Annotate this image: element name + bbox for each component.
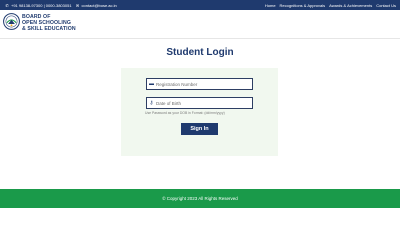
nav-home[interactable]: Home (265, 3, 276, 8)
dob-field[interactable]: ⚷ (146, 97, 253, 109)
board-logo[interactable] (3, 13, 20, 30)
login-form: ▬ ⚷ Use Password as your DOB in Format: … (121, 68, 278, 156)
top-bar: ✆ +91 98138-97300 | 0000-3803051 ✉ conta… (0, 0, 400, 10)
dob-input[interactable] (156, 98, 251, 108)
id-card-icon: ▬ (149, 81, 154, 87)
phone-icon: ✆ (5, 2, 9, 8)
page-title: Student Login (166, 47, 234, 58)
mail-icon: ✉ (75, 2, 80, 8)
site-footer: © Copyright 2023 All Rights Reserved (0, 189, 400, 208)
site-header: BOARD OF OPEN SCHOOLING & SKILL EDUCATIO… (0, 10, 400, 39)
phone-number[interactable]: +91 98138-97300 | 0000-3803051 (11, 3, 72, 8)
contact-info: ✆ +91 98138-97300 | 0000-3803051 ✉ conta… (5, 2, 117, 8)
nav-recognitions[interactable]: Recognitions & Approvals (280, 3, 326, 8)
org-name-line3: & SKILL EDUCATION (22, 26, 76, 32)
password-hint: Use Password as your DOB in Format: (dd/… (145, 111, 225, 115)
email-link[interactable]: contact@bose.ac.in (82, 3, 117, 8)
top-nav: Home Recognitions & Approvals Awards & A… (265, 3, 396, 8)
org-name: BOARD OF OPEN SCHOOLING & SKILL EDUCATIO… (22, 14, 76, 32)
key-icon: ⚷ (149, 100, 154, 106)
sign-in-button[interactable]: Sign In (181, 123, 218, 135)
nav-contact[interactable]: Contact Us (376, 3, 396, 8)
copyright-text: © Copyright 2023 All Rights Reserved (162, 196, 238, 201)
registration-input[interactable] (156, 79, 251, 89)
registration-field[interactable]: ▬ (146, 78, 253, 90)
nav-awards[interactable]: Awards & Achievements (329, 3, 372, 8)
